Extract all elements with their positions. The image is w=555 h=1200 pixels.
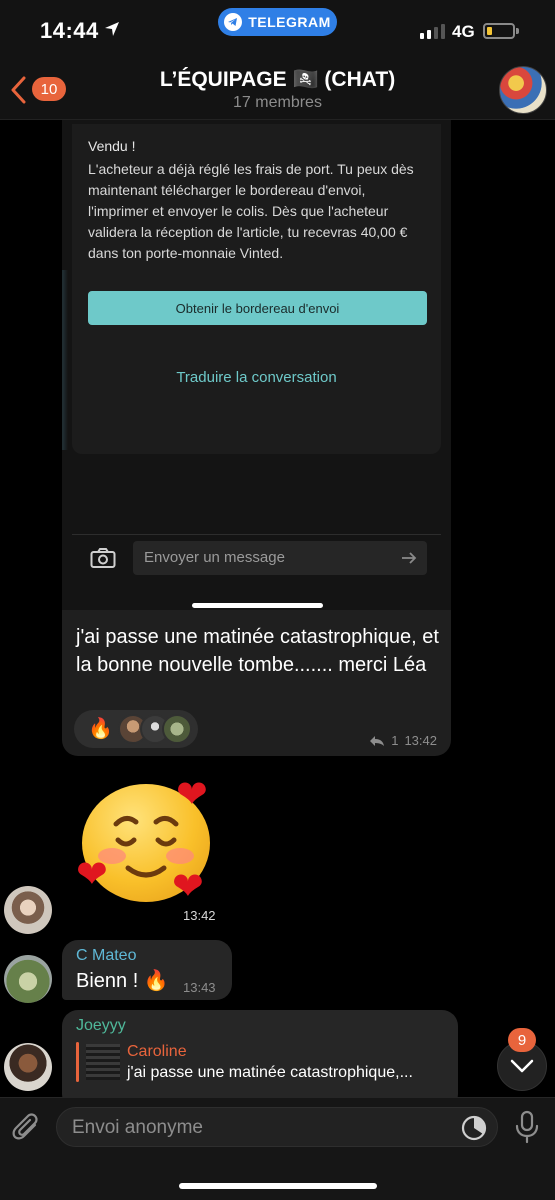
- message-time: 13:42: [404, 733, 437, 748]
- unread-count-badge: 9: [508, 1028, 536, 1052]
- get-shipping-label-button: Obtenir le bordereau d'envoi: [88, 291, 427, 325]
- reply-thumbnail: [86, 1044, 120, 1080]
- sale-body: L'acheteur a déjà réglé les frais de por…: [88, 161, 414, 261]
- screenshot-send-field: Envoyer un message: [133, 541, 427, 575]
- microphone-icon[interactable]: [513, 1110, 541, 1144]
- telegram-return-pill[interactable]: TELEGRAM: [218, 8, 337, 36]
- sender-avatar[interactable]: [4, 886, 52, 934]
- camera-icon: [90, 548, 116, 568]
- screenshot-send-placeholder: Envoyer un message: [144, 549, 285, 566]
- telegram-icon: [224, 13, 243, 31]
- location-arrow-icon: [105, 22, 119, 36]
- composer-bar: Envoi anonyme: [0, 1097, 555, 1200]
- chevron-down-icon: [510, 1059, 534, 1073]
- sender-name[interactable]: Joeyyy: [76, 1017, 126, 1035]
- translate-conversation-link: Traduire la conversation: [176, 369, 337, 386]
- battery-icon: [483, 23, 519, 39]
- paperclip-icon[interactable]: [12, 1112, 42, 1144]
- message-meta: 1 13:42: [369, 733, 437, 748]
- shared-screenshot[interactable]: Vendu ! L'acheteur a déjà réglé les frai…: [62, 120, 451, 610]
- message-input-placeholder: Envoi anonyme: [72, 1117, 203, 1138]
- message-input[interactable]: Envoi anonyme: [56, 1107, 498, 1147]
- home-indicator: [192, 603, 323, 608]
- vinted-sale-card: Vendu ! L'acheteur a déjà réglé les frai…: [72, 124, 441, 454]
- photo-message-bubble[interactable]: Vendu ! L'acheteur a déjà réglé les frai…: [62, 120, 451, 756]
- chat-title[interactable]: L’ÉQUIPAGE 🏴‍☠️ (CHAT): [0, 68, 555, 92]
- group-avatar[interactable]: [499, 66, 547, 114]
- heart-icon: ❤: [172, 866, 204, 908]
- reply-snippet[interactable]: j'ai passe une matinée catastrophique,..…: [127, 1064, 413, 1082]
- arrow-right-icon: [402, 552, 417, 564]
- message-bubble-mateo[interactable]: C Mateo Bienn ! 🔥 13:43: [62, 940, 232, 1000]
- sender-avatar[interactable]: [4, 955, 52, 1003]
- status-time: 14:44: [40, 18, 99, 43]
- network-label: 4G: [452, 22, 475, 41]
- self-destruct-timer-icon[interactable]: [459, 1113, 489, 1143]
- sticker-time: 13:42: [183, 908, 216, 923]
- message-time: 13:43: [183, 980, 216, 995]
- reply-author[interactable]: Caroline: [127, 1043, 187, 1061]
- heart-icon: ❤: [76, 854, 108, 896]
- fire-reaction-emoji: 🔥: [88, 718, 113, 740]
- reply-count: 1: [391, 733, 399, 748]
- sale-title: Vendu !: [88, 138, 136, 154]
- smiling-face-hearts-sticker[interactable]: ❤ ❤ ❤: [76, 776, 221, 908]
- telegram-pill-label: TELEGRAM: [248, 14, 331, 30]
- reply-arrow-icon: [370, 735, 385, 746]
- reactor-avatar: [162, 714, 192, 744]
- home-indicator: [179, 1183, 377, 1189]
- message-bubble-joey[interactable]: Joeyyy Caroline j'ai passe une matinée c…: [62, 1010, 458, 1110]
- chat-header: 10 L’ÉQUIPAGE 🏴‍☠️ (CHAT) 17 membres: [0, 58, 555, 120]
- message-text: Bienn ! 🔥: [76, 970, 169, 992]
- heart-icon: ❤: [176, 774, 208, 816]
- signal-icon: [420, 24, 445, 39]
- sender-name[interactable]: C Mateo: [76, 947, 136, 965]
- message-text: j'ai passe une matinée catastrophique, e…: [76, 626, 439, 676]
- reply-quote-bar: [76, 1042, 79, 1082]
- status-bar: 14:44 TELEGRAM 4G: [0, 0, 555, 58]
- member-count: 17 membres: [233, 94, 322, 111]
- sender-avatar[interactable]: [4, 1043, 52, 1091]
- reaction-chip[interactable]: 🔥: [74, 710, 198, 748]
